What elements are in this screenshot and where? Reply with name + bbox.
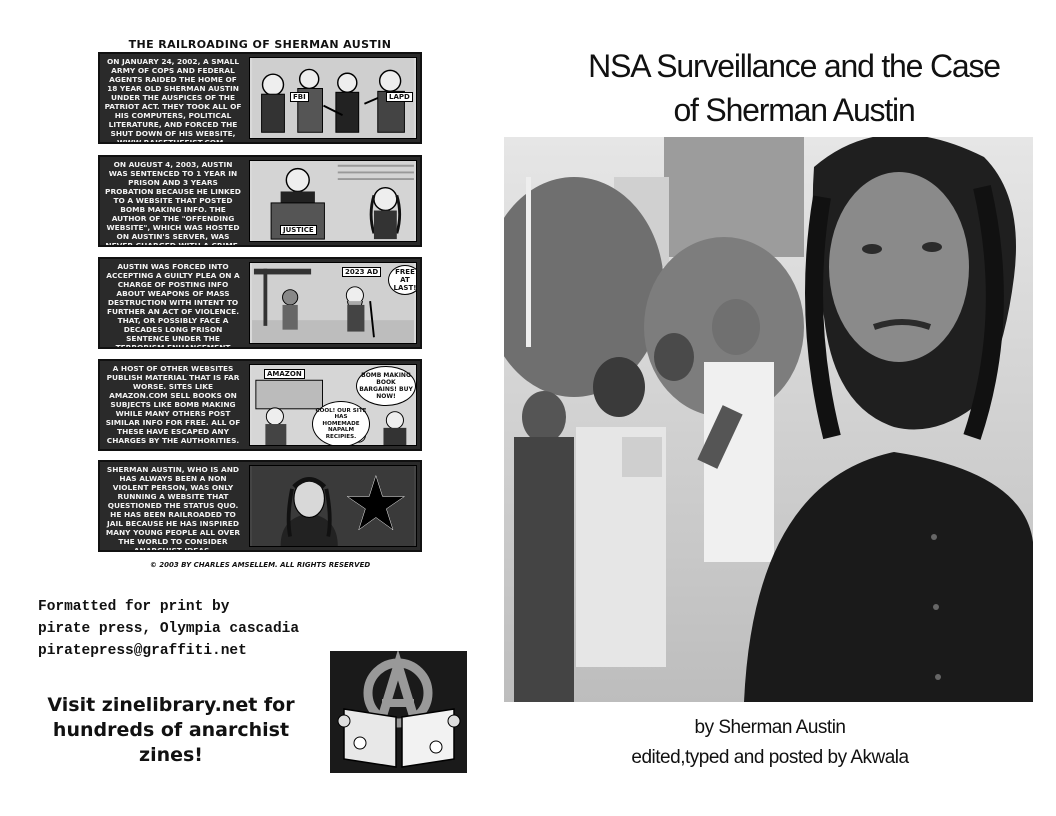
portrait-illustration (249, 465, 417, 547)
comic-panel-4: A HOST OF OTHER WEBSITES PUBLISH MATERIA… (98, 359, 422, 451)
comic-panel-1: ON JANUARY 24, 2002, A SMALL ARMY OF COP… (98, 52, 422, 144)
comic-panel-2: ON AUGUST 4, 2003, AUSTIN WAS SENTENCED … (98, 155, 422, 247)
editor-line: edited,typed and posted by Akwala (631, 747, 909, 768)
panel-caption: SHERMAN AUSTIN, WHO IS AND HAS ALWAYS BE… (105, 465, 241, 550)
promo-line: Visit zinelibrary.net for (47, 694, 295, 716)
panel-caption: AUSTIN WAS FORCED INTO ACCEPTING A GUILT… (106, 262, 240, 347)
prison-release-illustration: 2023 AD FREE AT LAST! (249, 262, 417, 344)
napalm-bubble: COOL! OUR SITE HAS HOMEMADE NAPALM RECIP… (312, 401, 370, 445)
amazon-illustration: AMAZON BOMB MAKING BOOK BARGAINS! BUY NO… (249, 364, 417, 446)
panel-caption: ON AUGUST 4, 2003, AUSTIN WAS SENTENCED … (105, 160, 241, 245)
author-line: by Sherman Austin (694, 717, 846, 738)
justice-label: JUSTICE (280, 225, 317, 235)
panel-caption: A HOST OF OTHER WEBSITES PUBLISH MATERIA… (105, 364, 241, 445)
free-at-last-bubble: FREE AT LAST! (388, 265, 416, 295)
sentencing-illustration: JUSTICE (249, 160, 417, 242)
title-line: of Sherman Austin (673, 92, 915, 128)
lapd-label: LAPD (386, 92, 413, 102)
fbi-label: FBI (290, 92, 309, 102)
promo-line: hundreds of anarchist (52, 719, 290, 741)
cover-byline: by Sherman Austin edited,typed and poste… (560, 713, 980, 773)
zinelibrary-promo: Visit zinelibrary.net for hundreds of an… (30, 693, 312, 768)
credit-line: Formatted for print by (38, 599, 230, 615)
judge-scene-icon (252, 161, 414, 241)
year-label: 2023 AD (342, 267, 382, 277)
protest-photo-icon (504, 137, 1033, 702)
panel-caption: ON JANUARY 24, 2002, A SMALL ARMY OF COP… (104, 57, 242, 142)
comic-panel-3: AUSTIN WAS FORCED INTO ACCEPTING A GUILT… (98, 257, 422, 349)
portrait-star-icon (252, 466, 414, 546)
bomb-book-bubble: BOMB MAKING BOOK BARGAINS! BUY NOW! (356, 366, 416, 406)
anarchy-reader-logo-icon (330, 649, 467, 773)
cover-title: NSA Surveillance and the Case of Sherman… (540, 44, 1048, 132)
comic-panel-5: SHERMAN AUSTIN, WHO IS AND HAS ALWAYS BE… (98, 460, 422, 552)
credit-line: pirate press, Olympia cascadia (38, 621, 300, 637)
comic-title: THE RAILROADING OF SHERMAN AUSTIN (128, 38, 392, 51)
sherman-austin-photo (504, 137, 1033, 702)
promo-line: zines! (139, 744, 203, 766)
title-line: NSA Surveillance and the Case (588, 48, 1001, 84)
raid-illustration: FBI LAPD (249, 57, 417, 139)
amazon-sign: AMAZON (264, 369, 305, 379)
comic-copyright: © 2003 BY CHARLES AMSELLEM. ALL RIGHTS R… (149, 561, 371, 569)
